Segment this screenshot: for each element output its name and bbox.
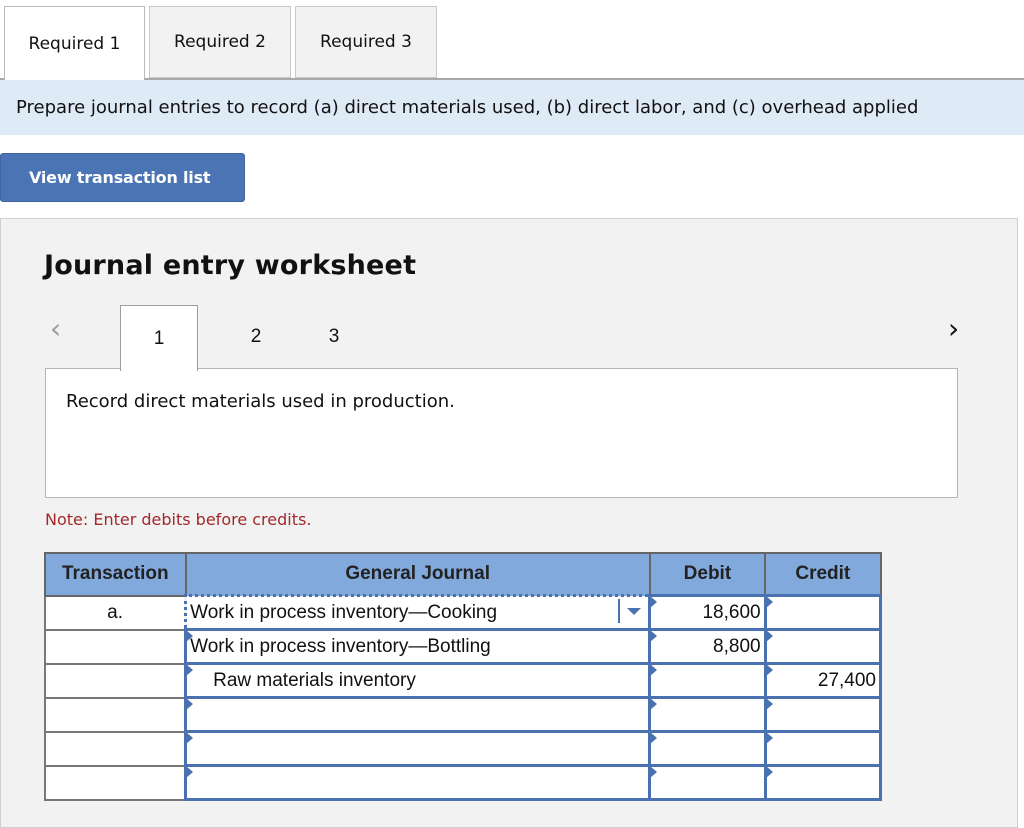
cell-marker-icon (186, 698, 194, 710)
chevron-right-icon[interactable]: › (948, 312, 959, 345)
cell-marker-icon (650, 664, 658, 676)
instruction-banner: Prepare journal entries to record (a) di… (0, 80, 1024, 135)
transaction-cell (44, 730, 187, 767)
debit-input[interactable] (648, 764, 767, 801)
account-select[interactable] (184, 696, 652, 733)
account-value: Raw materials inventory (213, 670, 416, 691)
transaction-cell (44, 696, 187, 733)
debit-input[interactable]: 8,800 (648, 628, 767, 665)
tab-required-1[interactable]: Required 1 (4, 6, 145, 80)
transaction-cell (44, 662, 187, 699)
table-row: Work in process inventory—Bottling 8,800 (44, 628, 883, 665)
entry-description: Record direct materials used in producti… (66, 391, 455, 412)
account-select[interactable]: Work in process inventory—Cooking (184, 594, 652, 631)
tab-required-3[interactable]: Required 3 (295, 6, 437, 78)
required-tabs: Required 1 Required 2 Required 3 (0, 6, 1024, 80)
account-value: Work in process inventory—Bottling (190, 636, 491, 657)
step-tab-2[interactable]: 2 (236, 305, 276, 369)
journal-table: Transaction General Journal Debit Credit… (44, 552, 883, 801)
cell-marker-icon (765, 596, 773, 608)
step-tab-1[interactable]: 1 (120, 305, 198, 371)
chevron-left-icon[interactable]: ‹ (50, 312, 61, 345)
cell-marker-icon (650, 698, 658, 710)
debit-input[interactable] (648, 730, 767, 767)
table-row (44, 696, 883, 733)
credit-input[interactable] (763, 764, 883, 801)
cell-marker-icon (186, 664, 194, 676)
account-select[interactable]: Work in process inventory—Bottling (184, 628, 652, 665)
note-text: Note: Enter debits before credits. (45, 510, 312, 529)
credit-input[interactable] (763, 696, 883, 733)
credit-input[interactable] (763, 594, 883, 631)
transaction-label: a. (107, 602, 123, 623)
debit-input[interactable] (648, 662, 767, 699)
dropdown-button[interactable] (618, 599, 648, 623)
cell-marker-icon (765, 630, 773, 642)
transaction-cell (44, 628, 187, 665)
table-row (44, 730, 883, 767)
transaction-cell (44, 764, 187, 801)
cell-marker-icon (650, 630, 658, 642)
entry-description-box: Record direct materials used in producti… (45, 368, 958, 498)
chevron-down-icon (627, 607, 642, 615)
cell-marker-icon (650, 766, 658, 778)
debit-input[interactable]: 18,600 (648, 594, 767, 631)
step-tab-3[interactable]: 3 (314, 305, 354, 369)
header-general-journal: General Journal (184, 552, 651, 597)
cell-marker-icon (186, 766, 194, 778)
account-select[interactable]: Raw materials inventory (184, 662, 652, 699)
account-select[interactable] (184, 764, 652, 801)
account-select[interactable] (184, 730, 652, 767)
credit-input[interactable] (763, 628, 883, 665)
cell-marker-icon (765, 664, 773, 676)
cell-marker-icon (650, 732, 658, 744)
debit-value: 8,800 (713, 636, 761, 657)
cell-marker-icon (650, 596, 658, 608)
table-row: a. Work in process inventory—Cooking 18,… (44, 594, 883, 631)
cell-marker-icon (765, 698, 773, 710)
credit-value: 27,400 (817, 670, 876, 691)
cell-marker-icon (186, 630, 194, 642)
credit-input[interactable]: 27,400 (763, 662, 883, 699)
tab-required-2[interactable]: Required 2 (149, 6, 291, 78)
transaction-cell: a. (44, 594, 187, 631)
table-row: Raw materials inventory 27,400 (44, 662, 883, 699)
credit-input[interactable] (763, 730, 883, 767)
header-credit: Credit (764, 552, 882, 597)
cell-marker-icon (186, 732, 194, 744)
cell-marker-icon (765, 732, 773, 744)
header-transaction: Transaction (44, 552, 187, 597)
cell-marker-icon (765, 766, 773, 778)
debit-input[interactable] (648, 696, 767, 733)
instruction-text: Prepare journal entries to record (a) di… (16, 97, 919, 118)
account-value: Work in process inventory—Cooking (190, 602, 498, 623)
journal-header-row: Transaction General Journal Debit Credit (44, 552, 882, 597)
header-debit: Debit (648, 552, 767, 597)
table-row (44, 764, 883, 801)
debit-value: 18,600 (702, 602, 761, 623)
worksheet-title: Journal entry worksheet (44, 250, 417, 281)
view-transaction-list-button[interactable]: View transaction list (0, 153, 245, 202)
